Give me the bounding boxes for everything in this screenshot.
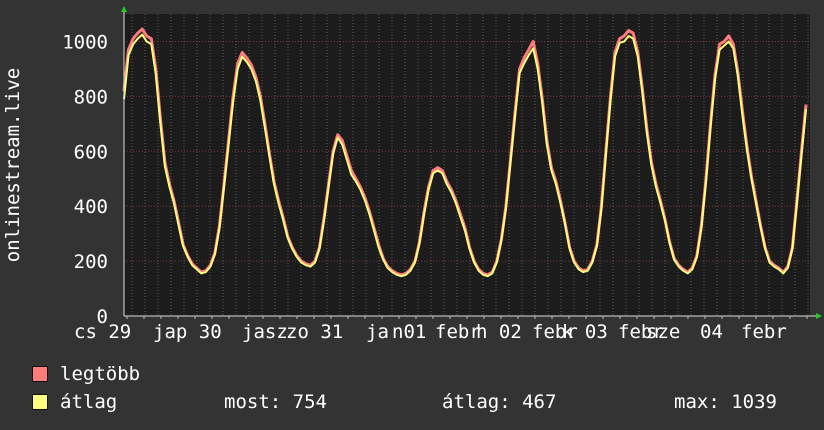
x-tick-label: sze bbox=[646, 321, 680, 343]
x-tick-label: h 02 bbox=[476, 321, 522, 343]
x-tick-label: febr bbox=[741, 321, 787, 343]
y-tick-label: 200 bbox=[74, 251, 108, 273]
x-tick-label: k 03 bbox=[562, 321, 608, 343]
x-tick-label: n01 bbox=[392, 321, 426, 343]
y-tick-label: 800 bbox=[74, 86, 108, 108]
stat-average: átlag: 467 bbox=[442, 391, 557, 413]
legend-swatch-atlag bbox=[32, 394, 48, 410]
y-axis-label: onlinestream.live bbox=[2, 68, 24, 262]
y-tick-label: 400 bbox=[74, 196, 108, 218]
x-tick-label: cs 29 bbox=[74, 321, 131, 343]
x-tick-label: 04 bbox=[700, 321, 723, 343]
y-axis-arrow bbox=[121, 6, 127, 12]
stat-max: max: 1039 bbox=[674, 391, 777, 413]
x-tick-label: febr bbox=[435, 321, 481, 343]
legend-swatch-legtobb bbox=[32, 366, 48, 382]
y-tick-label: 600 bbox=[74, 141, 108, 163]
x-tick-label: ja bbox=[366, 321, 389, 343]
x-tick-label: jasz bbox=[242, 321, 288, 343]
x-axis-arrow bbox=[816, 313, 822, 319]
legend-label-atlag: átlag bbox=[60, 391, 118, 413]
legend-label-legtobb: legtöbb bbox=[60, 363, 141, 385]
x-tick-label: jap 30 bbox=[153, 321, 222, 343]
x-tick-label: zo 31 bbox=[286, 321, 343, 343]
y-tick-label: 1000 bbox=[62, 31, 108, 53]
stat-current: most: 754 bbox=[224, 391, 327, 413]
